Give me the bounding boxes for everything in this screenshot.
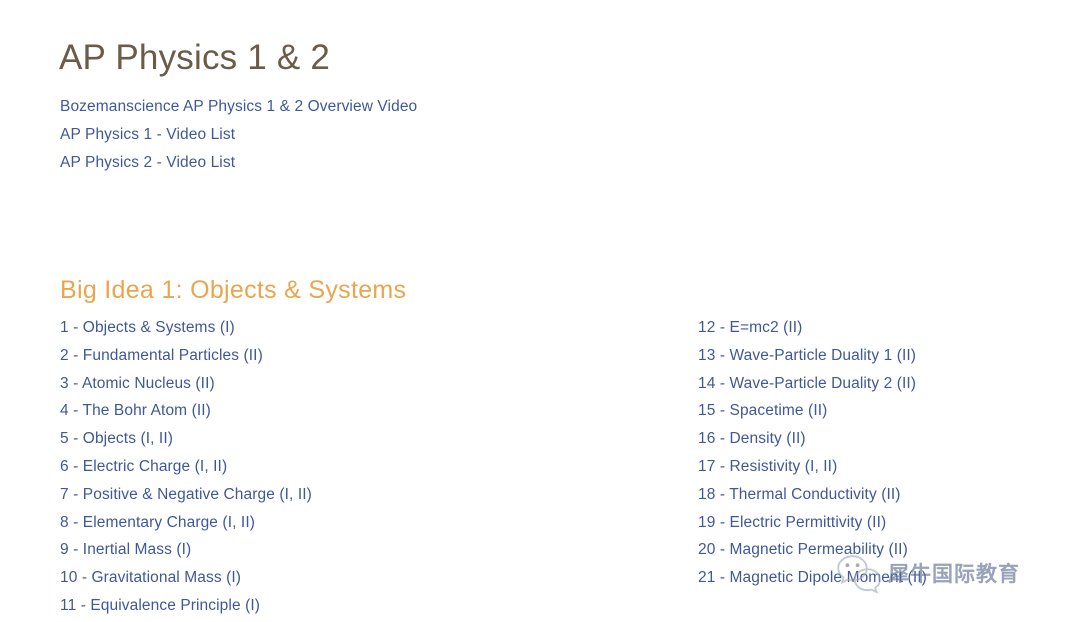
list-item: 21 - Magnetic Dipole Moment (II) (698, 564, 1080, 592)
topic-link-14[interactable]: 14 - Wave-Particle Duality 2 (II) (698, 375, 916, 392)
topic-link-12[interactable]: 12 - E=mc2 (II) (698, 319, 802, 336)
list-item: AP Physics 2 - Video List (60, 149, 417, 177)
list-item: 14 - Wave-Particle Duality 2 (II) (698, 370, 1080, 398)
list-item: 18 - Thermal Conductivity (II) (698, 481, 1080, 509)
topic-link-5[interactable]: 5 - Objects (I, II) (60, 430, 173, 447)
page-root: AP Physics 1 & 2 Bozemanscience AP Physi… (0, 0, 1080, 622)
list-item: 1 - Objects & Systems (I) (60, 314, 660, 342)
topic-link-7[interactable]: 7 - Positive & Negative Charge (I, II) (60, 486, 312, 503)
topic-link-16[interactable]: 16 - Density (II) (698, 430, 806, 447)
list-item: AP Physics 1 - Video List (60, 121, 417, 149)
topic-link-8[interactable]: 8 - Elementary Charge (I, II) (60, 514, 255, 531)
list-item: 20 - Magnetic Permeability (II) (698, 536, 1080, 564)
list-item: 10 - Gravitational Mass (I) (60, 564, 660, 592)
topic-link-2[interactable]: 2 - Fundamental Particles (II) (60, 347, 263, 364)
topic-link-17[interactable]: 17 - Resistivity (I, II) (698, 458, 837, 475)
topic-link-18[interactable]: 18 - Thermal Conductivity (II) (698, 486, 901, 503)
list-item: 16 - Density (II) (698, 425, 1080, 453)
link-physics-1-video-list[interactable]: AP Physics 1 - Video List (60, 126, 235, 143)
list-item: 8 - Elementary Charge (I, II) (60, 509, 660, 537)
list-item: 12 - E=mc2 (II) (698, 314, 1080, 342)
topic-link-11[interactable]: 11 - Equivalence Principle (I) (60, 597, 260, 614)
link-overview-video[interactable]: Bozemanscience AP Physics 1 & 2 Overview… (60, 98, 417, 115)
list-item: 2 - Fundamental Particles (II) (60, 342, 660, 370)
topic-link-19[interactable]: 19 - Electric Permittivity (II) (698, 514, 886, 531)
topic-list-left: 1 - Objects & Systems (I) 2 - Fundamenta… (60, 314, 660, 620)
list-item: Bozemanscience AP Physics 1 & 2 Overview… (60, 93, 417, 121)
list-item: 9 - Inertial Mass (I) (60, 536, 660, 564)
intro-link-list: Bozemanscience AP Physics 1 & 2 Overview… (60, 93, 417, 177)
list-item: 13 - Wave-Particle Duality 1 (II) (698, 342, 1080, 370)
list-item: 6 - Electric Charge (I, II) (60, 453, 660, 481)
topic-link-4[interactable]: 4 - The Bohr Atom (II) (60, 402, 211, 419)
link-physics-2-video-list[interactable]: AP Physics 2 - Video List (60, 154, 235, 171)
topic-columns: 1 - Objects & Systems (I) 2 - Fundamenta… (0, 314, 1080, 614)
topic-list-right: 12 - E=mc2 (II) 13 - Wave-Particle Duali… (698, 314, 1080, 592)
topic-link-21[interactable]: 21 - Magnetic Dipole Moment (II) (698, 569, 927, 586)
page-title: AP Physics 1 & 2 (59, 38, 331, 78)
list-item: 17 - Resistivity (I, II) (698, 453, 1080, 481)
topic-link-15[interactable]: 15 - Spacetime (II) (698, 402, 827, 419)
list-item: 15 - Spacetime (II) (698, 397, 1080, 425)
list-item: 5 - Objects (I, II) (60, 425, 660, 453)
topic-link-1[interactable]: 1 - Objects & Systems (I) (60, 319, 235, 336)
topic-link-10[interactable]: 10 - Gravitational Mass (I) (60, 569, 241, 586)
list-item: 19 - Electric Permittivity (II) (698, 509, 1080, 537)
list-item: 11 - Equivalence Principle (I) (60, 592, 660, 620)
list-item: 4 - The Bohr Atom (II) (60, 397, 660, 425)
list-item: 3 - Atomic Nucleus (II) (60, 370, 660, 398)
topic-link-6[interactable]: 6 - Electric Charge (I, II) (60, 458, 227, 475)
topic-link-3[interactable]: 3 - Atomic Nucleus (II) (60, 375, 215, 392)
section-heading-big-idea-1: Big Idea 1: Objects & Systems (60, 275, 407, 304)
topic-link-13[interactable]: 13 - Wave-Particle Duality 1 (II) (698, 347, 916, 364)
list-item: 7 - Positive & Negative Charge (I, II) (60, 481, 660, 509)
topic-link-20[interactable]: 20 - Magnetic Permeability (II) (698, 541, 908, 558)
topic-link-9[interactable]: 9 - Inertial Mass (I) (60, 541, 191, 558)
